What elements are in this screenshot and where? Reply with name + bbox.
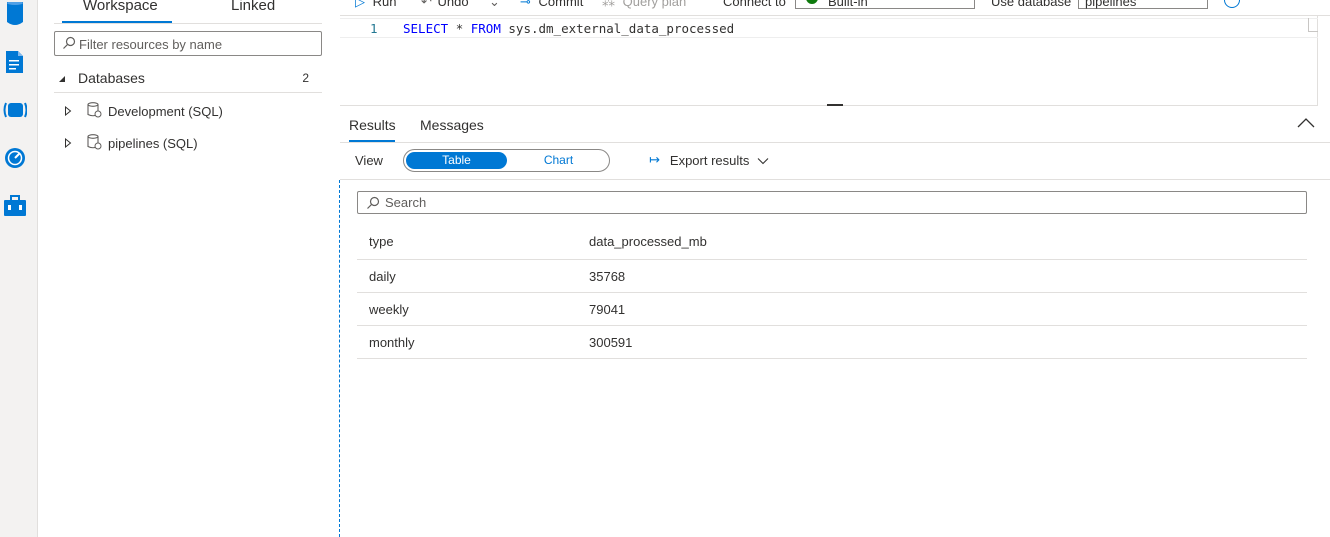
- databases-section-header[interactable]: Databases 2: [58, 66, 322, 90]
- results-tabbar: Results Messages: [340, 107, 1330, 143]
- manage-hub-icon[interactable]: [3, 194, 27, 218]
- export-results-button[interactable]: ↦ Export results: [649, 152, 769, 168]
- results-splitter[interactable]: [339, 180, 340, 537]
- results-search-input[interactable]: [385, 194, 1285, 211]
- run-icon: ▷: [355, 0, 365, 9]
- develop-hub-icon[interactable]: [3, 50, 27, 74]
- tree-item-pipelines[interactable]: pipelines (SQL): [64, 131, 322, 155]
- tree-item-development[interactable]: Development (SQL): [64, 99, 322, 123]
- expand-chevron-icon[interactable]: [64, 136, 72, 151]
- grid-header-row: type data_processed_mb: [357, 224, 1307, 260]
- query-toolbar: ▷ Run ↶ Undo ⌄ ⊸ Commit ⁂ Query plan Con…: [340, 0, 1330, 16]
- keyword-select: SELECT: [403, 21, 449, 36]
- run-button[interactable]: ▷ Run: [355, 0, 396, 10]
- view-option-table[interactable]: Table: [406, 152, 507, 169]
- sql-database-icon: [86, 133, 102, 153]
- cell-data-processed-mb[interactable]: 79041: [589, 293, 625, 325]
- cell-type[interactable]: daily: [369, 260, 396, 292]
- tab-workspace[interactable]: Workspace: [83, 0, 158, 14]
- select-star: *: [455, 21, 464, 36]
- tree-item-label: Development (SQL): [108, 103, 223, 119]
- table-row[interactable]: daily 35768: [357, 260, 1307, 293]
- undo-button[interactable]: ↶ Undo: [421, 0, 469, 10]
- results-search-box[interactable]: [357, 191, 1307, 214]
- tabs-divider: [54, 23, 322, 24]
- line-number: 1: [370, 21, 378, 36]
- data-hub-icon[interactable]: [3, 1, 27, 26]
- search-icon: [62, 36, 76, 53]
- integrate-hub-icon[interactable]: [3, 98, 28, 122]
- status-ok-icon: [806, 0, 818, 4]
- query-plan-button[interactable]: ⁂ Query plan: [602, 0, 686, 10]
- monitor-hub-icon[interactable]: [3, 146, 27, 170]
- sql-editor[interactable]: 1 SELECT * FROM sys.dm_external_data_pro…: [340, 16, 1318, 106]
- connect-to-select[interactable]: Built-in: [795, 0, 975, 9]
- object-name: sys.dm_external_data_processed: [508, 21, 735, 36]
- section-divider: [54, 92, 322, 93]
- collapse-chevron-up-icon[interactable]: [1297, 117, 1315, 132]
- chevron-down-icon: [757, 153, 769, 168]
- view-option-chart[interactable]: Chart: [508, 152, 609, 169]
- filter-input[interactable]: [79, 35, 317, 53]
- cell-data-processed-mb[interactable]: 35768: [589, 260, 625, 292]
- collapse-triangle-icon: [58, 71, 68, 86]
- sql-database-icon: [86, 101, 102, 121]
- commit-button[interactable]: ⊸ Commit: [520, 0, 583, 10]
- cell-type[interactable]: monthly: [369, 326, 415, 358]
- editor-scrollbar[interactable]: [1308, 18, 1318, 32]
- query-plan-icon: ⁂: [602, 0, 615, 9]
- tab-linked[interactable]: Linked: [231, 0, 275, 14]
- databases-label: Databases: [78, 70, 145, 86]
- commit-icon: ⊸: [520, 0, 531, 9]
- use-database-select[interactable]: pipelines: [1078, 0, 1208, 9]
- search-icon: [366, 196, 380, 213]
- connect-to-label: Connect to: [723, 0, 786, 9]
- tab-messages[interactable]: Messages: [420, 117, 484, 133]
- tree-item-label: pipelines (SQL): [108, 135, 198, 151]
- table-row[interactable]: monthly 300591: [357, 326, 1307, 359]
- tab-results[interactable]: Results: [349, 117, 396, 133]
- view-toggle[interactable]: Table Chart: [403, 149, 610, 172]
- expand-chevron-icon[interactable]: [64, 104, 72, 119]
- filter-box[interactable]: [54, 31, 322, 56]
- column-header-type[interactable]: type: [369, 224, 394, 259]
- use-database-label: Use database: [991, 0, 1072, 9]
- table-row[interactable]: weekly 79041: [357, 293, 1307, 326]
- undo-icon: ↶: [421, 0, 432, 9]
- cell-type[interactable]: weekly: [369, 293, 409, 325]
- editor-line[interactable]: 1 SELECT * FROM sys.dm_external_data_pro…: [340, 18, 1318, 38]
- refresh-icon[interactable]: [1224, 0, 1240, 8]
- databases-count: 2: [302, 71, 309, 85]
- pane-resize-handle[interactable]: [827, 104, 843, 106]
- view-toolbar: View Table Chart ↦ Export results: [340, 143, 1330, 180]
- keyword-from: FROM: [470, 21, 501, 36]
- activity-rail: [0, 0, 38, 537]
- cell-data-processed-mb[interactable]: 300591: [589, 326, 632, 358]
- export-arrow-icon: ↦: [649, 152, 660, 167]
- column-header-data-processed-mb[interactable]: data_processed_mb: [589, 224, 707, 259]
- undo-dropdown-chevron-icon[interactable]: ⌄: [489, 0, 500, 10]
- results-grid: type data_processed_mb daily 35768 weekl…: [357, 224, 1307, 359]
- active-tab-indicator: [349, 140, 395, 142]
- view-label: View: [355, 153, 383, 168]
- active-tab-indicator: [62, 21, 172, 23]
- code-text: SELECT * FROM sys.dm_external_data_proce…: [403, 21, 734, 36]
